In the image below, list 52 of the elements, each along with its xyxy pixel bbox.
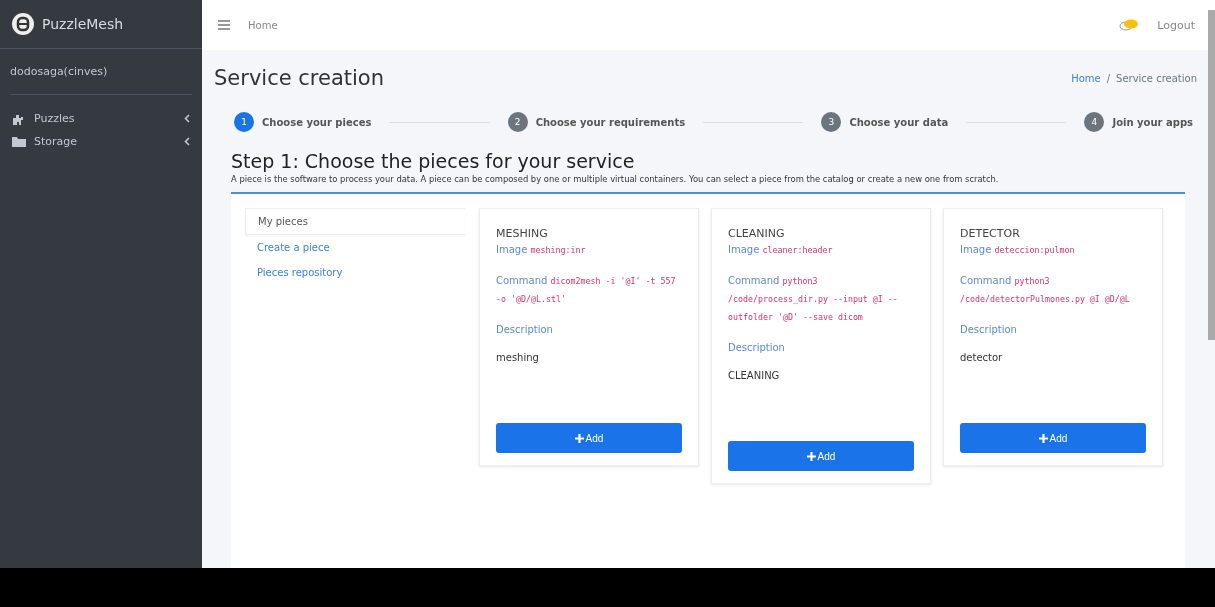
step-title: Step 1: Choose the pieces for your service [231, 150, 636, 172]
piece-name: MESHING [496, 227, 549, 240]
plus-icon [574, 433, 584, 443]
scrollbar[interactable] [1208, 10, 1215, 340]
piece-description: detector [960, 352, 1004, 363]
piece-description: CLEANING [728, 370, 781, 381]
sidebar-item[interactable]: Puzzles [10, 107, 192, 130]
chevron-icon [184, 137, 190, 146]
brand-name: PuzzleMesh [42, 16, 124, 32]
add-button[interactable]: Add [728, 441, 914, 471]
step-number[interactable]: 2 [507, 112, 528, 132]
menu-icon[interactable] [218, 20, 230, 30]
breadcrumb-current: Service creation [1116, 72, 1197, 84]
folder-icon [12, 136, 26, 147]
user-name: dodosaga(cinves) [10, 49, 192, 95]
chevron-icon [184, 114, 190, 123]
command-line: Command python3 /code/detectorPulmones.py @I @D/@L [960, 274, 1131, 306]
piece-description: meshing [496, 352, 540, 363]
piece-name: DETECTOR [960, 227, 1021, 240]
add-button[interactable]: Add [960, 423, 1146, 453]
step-number[interactable]: 1 [234, 112, 254, 132]
page-title: Service creation [214, 66, 386, 90]
image-line: Image cleaner:header [728, 243, 834, 257]
breadcrumb-separator: / [1106, 72, 1111, 84]
logo-icon [12, 13, 34, 35]
sidebar-item[interactable]: Storage [10, 130, 192, 153]
description-label: Description [728, 341, 786, 355]
pieces-tab[interactable]: My pieces [245, 208, 465, 235]
add-button[interactable]: Add [496, 423, 682, 453]
image-line: Image meshing:inr [496, 243, 587, 257]
chat-icon[interactable] [1119, 18, 1140, 32]
image-line: Image deteccion:pulmon [960, 243, 1076, 257]
logout-link[interactable]: Logout [1157, 18, 1195, 32]
wizard-step[interactable]: Choose your pieces [262, 116, 372, 128]
plus-icon [806, 451, 816, 461]
description-label: Description [960, 323, 1018, 337]
pieces-tab[interactable]: Create a piece [245, 235, 465, 260]
breadcrumb-link[interactable]: Home [1071, 72, 1101, 84]
wizard-step[interactable]: Join your apps [1112, 116, 1193, 128]
step-description: A piece is the software to process your data. A piece can be composed by one or multiple virtual containers. You can select a piece from the catalog or create a new one from scratch. [231, 174, 1000, 184]
command-line: Command dicom2mesh -i '@I' -t 557 -o '@D/@L.stl' [496, 274, 677, 306]
command-line: Command python3 /code/process_dir.py --input @I --outfolder '@D' --save dicom [728, 274, 899, 324]
home-link[interactable]: Home [248, 19, 278, 31]
pieces-tab[interactable]: Pieces repository [245, 260, 465, 285]
wizard-step[interactable]: Choose your requirements [535, 116, 686, 128]
step-number[interactable]: 4 [1084, 112, 1105, 132]
wizard-step[interactable]: Choose your data [849, 116, 949, 128]
description-label: Description [496, 323, 554, 337]
step-number[interactable]: 3 [821, 112, 842, 132]
puzzle-icon [12, 112, 26, 125]
piece-name: CLEANING [728, 227, 786, 240]
plus-icon [1038, 433, 1048, 443]
